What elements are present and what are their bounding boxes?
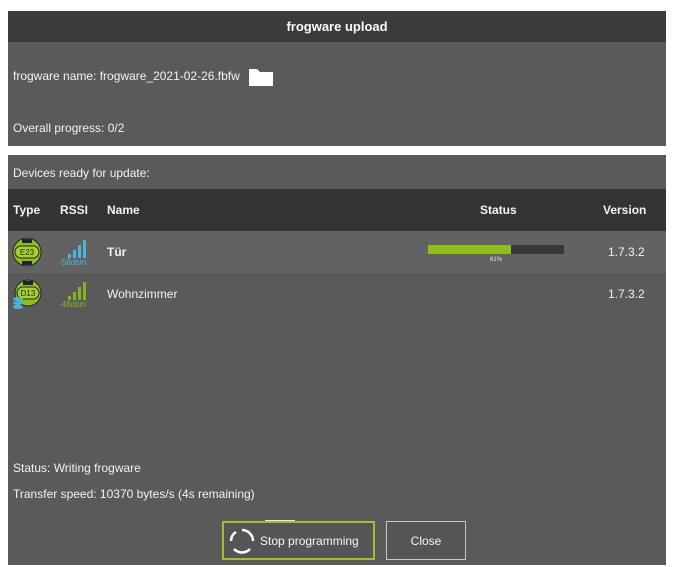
- device-icon: E23: [12, 237, 42, 267]
- overall-progress-label: Overall progress: 0/2: [13, 121, 125, 135]
- overall-progress-bar: [8, 146, 666, 155]
- device-progress-bar: [428, 245, 564, 254]
- device-version: 1.7.3.2: [608, 245, 645, 259]
- col-status: Status: [480, 203, 517, 217]
- dialog-title: frogware upload: [286, 19, 388, 34]
- device-name: Wohnzimmer: [107, 287, 178, 301]
- rssi-value: -48dbm: [59, 300, 87, 309]
- device-progress-fill: [428, 245, 511, 254]
- col-type: Type: [13, 203, 41, 217]
- close-label: Close: [410, 533, 442, 548]
- firmware-row: frogware name: frogware_2021-02-26.fbfw: [13, 64, 274, 88]
- title-bar: frogware upload: [8, 11, 666, 42]
- folder-icon[interactable]: [248, 65, 274, 87]
- table-row[interactable]: D13 -48dbm Wohnzimmer 1.7.3.2: [8, 273, 666, 315]
- firmware-name-label: frogware name: frogware_2021-02-26.fbfw: [13, 69, 240, 83]
- table-header: Type RSSI Name Status Version: [8, 189, 666, 231]
- device-type-badge: E23: [20, 248, 35, 257]
- device-type-badge: D13: [21, 289, 36, 298]
- device-progress-percent: 61%: [489, 257, 502, 263]
- close-button[interactable]: Close: [386, 521, 466, 560]
- col-version: Version: [603, 203, 647, 217]
- transfer-speed-text: Transfer speed: 10370 bytes/s (4s remain…: [13, 487, 255, 501]
- device-name: Tür: [107, 245, 127, 259]
- upload-dialog: frogware upload frogware name: frogware_…: [8, 11, 666, 565]
- rssi-value: -58dbm: [59, 258, 87, 267]
- spinner-icon: [229, 528, 255, 554]
- device-version: 1.7.3.2: [608, 287, 645, 301]
- devices-ready-label: Devices ready for update:: [13, 166, 150, 180]
- stop-programming-label: Stop programming: [260, 533, 359, 548]
- col-name: Name: [107, 203, 140, 217]
- device-icon: D13: [13, 279, 42, 309]
- col-rssi: RSSI: [60, 203, 89, 217]
- stop-programming-button[interactable]: Stop programming: [222, 521, 375, 560]
- table-row[interactable]: E23 -58dbm Tür 61% 1.7.3.2: [8, 231, 666, 273]
- status-text: Status: Writing frogware: [13, 461, 141, 475]
